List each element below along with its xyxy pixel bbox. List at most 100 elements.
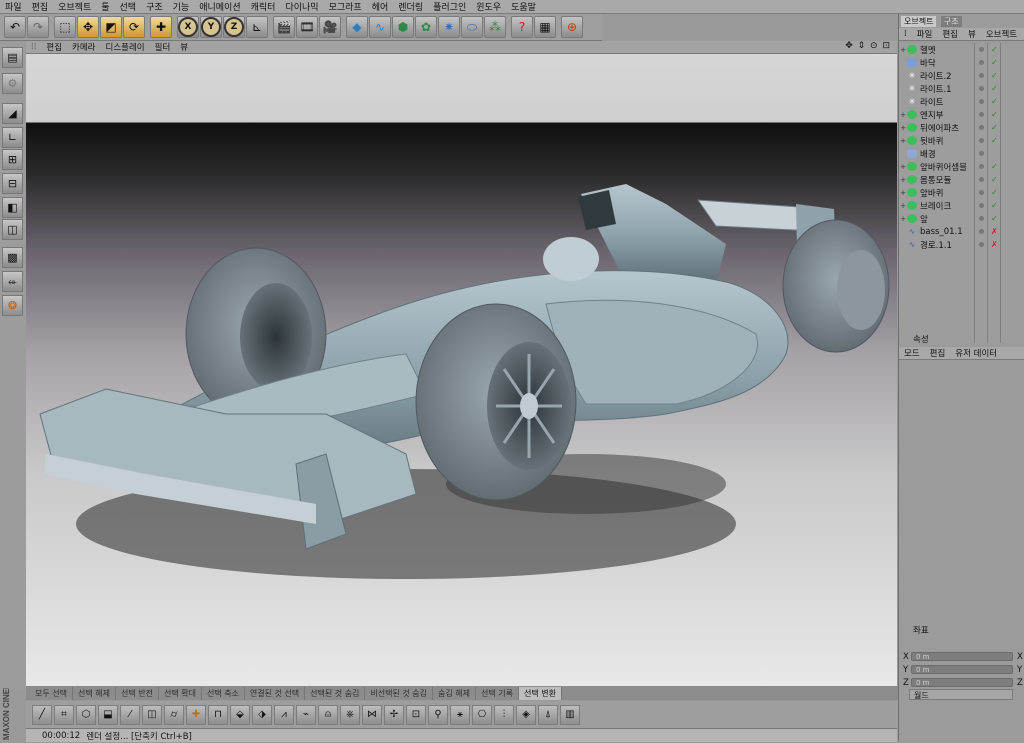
magnet-icon[interactable]: ⊓ — [208, 704, 228, 725]
polygon-mode-button[interactable]: ◧ — [2, 197, 23, 218]
menu-item[interactable]: 캐릭터 — [246, 0, 281, 13]
selection-tab[interactable]: 선택 축소 — [202, 686, 245, 700]
object-row[interactable]: + 브레이크 ✓ — [899, 199, 1024, 212]
object-row[interactable]: + 앞바퀴어셈블 ✓ — [899, 160, 1024, 173]
visibility-dot-icon[interactable] — [979, 112, 984, 117]
matrix-extrude-icon[interactable]: ⊡ — [406, 704, 426, 725]
visibility-dot-icon[interactable] — [979, 138, 984, 143]
tab-objects[interactable]: 오브젝트 — [901, 16, 937, 27]
object-name[interactable]: 엔지부 — [920, 109, 982, 121]
selection-tab[interactable]: 연결된 것 선택 — [245, 686, 306, 700]
attributes-menu-item[interactable]: 편집 — [925, 347, 951, 359]
attributes-menu-item[interactable]: 유저 데이터 — [950, 347, 1002, 359]
live-select-button[interactable]: ✚ — [150, 16, 172, 38]
extrude-inner-icon[interactable]: ✢ — [384, 704, 404, 725]
object-tag-icon[interactable]: ✓ — [991, 58, 999, 67]
expand-toggle[interactable]: + — [899, 111, 907, 119]
object-row[interactable]: ∿ bass_01.1 ✗ — [899, 225, 1024, 238]
visibility-dot-icon[interactable] — [979, 47, 984, 52]
object-tag-icon[interactable]: ✓ — [991, 214, 999, 223]
snap-button[interactable]: ❂ — [2, 295, 23, 316]
menu-item[interactable]: 윈도우 — [471, 0, 506, 13]
normal-rotate-icon[interactable]: ⫶ — [494, 704, 514, 725]
visibility-dot-icon[interactable] — [979, 216, 984, 221]
expand-toggle[interactable]: + — [899, 215, 907, 223]
viewport-menu-item[interactable]: 필터 — [150, 41, 176, 53]
menu-item[interactable]: 툴 — [96, 0, 114, 13]
model-mode-button[interactable]: ◢ — [2, 103, 23, 124]
smooth-shift-icon[interactable]: ⚲ — [428, 704, 448, 725]
object-row[interactable]: + 뒷바퀴 ✓ — [899, 134, 1024, 147]
object-name[interactable]: 헬멧 — [920, 44, 982, 56]
object-tag-icon[interactable]: ✓ — [991, 136, 999, 145]
move-tool-button[interactable]: ✥ — [77, 16, 99, 38]
bridge-tool-icon[interactable]: ⌗ — [54, 704, 74, 725]
create-point-icon[interactable]: ⁄ — [120, 704, 140, 725]
coordinate-mode-dropdown[interactable]: 월드 — [909, 689, 1013, 700]
normal-scale-icon[interactable]: ⎔ — [472, 704, 492, 725]
object-name[interactable]: 뒷바퀴 — [920, 135, 982, 147]
visibility-dot-icon[interactable] — [979, 190, 984, 195]
object-row[interactable]: + 앞바퀴 ✓ — [899, 186, 1024, 199]
object-tag-icon[interactable]: ✓ — [991, 45, 999, 54]
object-name[interactable]: 배경 — [920, 148, 982, 160]
object-row[interactable]: ∿ 경로.1.1 ✗ — [899, 238, 1024, 251]
subdivide-icon[interactable]: ▥ — [560, 704, 580, 725]
mirror-icon[interactable]: ⬙ — [230, 704, 250, 725]
object-tag-icon[interactable]: ✓ — [991, 97, 999, 106]
visibility-dot-icon[interactable] — [979, 125, 984, 130]
expand-toggle[interactable]: + — [899, 189, 907, 197]
expand-toggle[interactable]: + — [899, 46, 907, 54]
object-row[interactable]: 바닥 ✓ — [899, 56, 1024, 69]
align-normals-icon[interactable]: ◈ — [516, 704, 536, 725]
object-row[interactable]: 배경 — [899, 147, 1024, 160]
menu-item[interactable]: 애니메이션 — [194, 0, 245, 13]
selection-tab[interactable]: 선택 해제 — [73, 686, 116, 700]
coordinate-field[interactable]: 0 m — [911, 665, 1013, 674]
selection-tab[interactable]: 선택된 것 숨김 — [305, 686, 366, 700]
visibility-dot-icon[interactable] — [979, 86, 984, 91]
object-menu-item[interactable]: 편집 — [937, 28, 963, 40]
object-row[interactable]: ✳ 라이트.1 ✓ — [899, 82, 1024, 95]
object-tag-icon[interactable]: ✓ — [991, 162, 999, 171]
tab-structure[interactable]: 구조 — [941, 16, 962, 27]
stitch-icon[interactable]: ⌁ — [296, 704, 316, 725]
x-axis-button[interactable]: X — [177, 16, 199, 38]
expand-toggle[interactable]: + — [899, 176, 907, 184]
attributes-menu-item[interactable]: 모드 — [899, 347, 925, 359]
make-editable-button[interactable]: ⚙ — [2, 73, 23, 94]
deformer-button[interactable]: ✷ — [438, 16, 460, 38]
object-tag-icon[interactable]: ✓ — [991, 188, 999, 197]
set-point-value-icon[interactable]: ⬗ — [252, 704, 272, 725]
redo-button[interactable]: ↷ — [27, 16, 49, 38]
nurbs-button[interactable]: ⬢ — [392, 16, 414, 38]
object-name[interactable]: 바닥 — [920, 57, 982, 69]
extrude-icon[interactable]: ⋈ — [362, 704, 382, 725]
object-name[interactable]: 라이트.2 — [920, 70, 982, 82]
object-row[interactable]: + 엔지부 ✓ — [899, 108, 1024, 121]
viewport-navigation-icons[interactable]: ✥ ⇕ ⊙ ⊡ — [845, 41, 891, 51]
scale-tool-button[interactable]: ◩ — [100, 16, 122, 38]
selection-tab[interactable]: 선택 기록 — [476, 686, 519, 700]
object-tag-icon[interactable]: ✓ — [991, 123, 999, 132]
texture-mode-button[interactable]: ◫ — [2, 219, 23, 240]
menu-item[interactable]: 오브젝트 — [53, 0, 96, 13]
web-button[interactable]: ⊕ — [561, 16, 583, 38]
object-name[interactable]: 앞바퀴 — [920, 187, 982, 199]
spline-button[interactable]: ∿ — [369, 16, 391, 38]
render-settings-button[interactable]: 🎥 — [319, 16, 341, 38]
menu-item[interactable]: 모그라프 — [324, 0, 367, 13]
selection-tab[interactable]: 선택 변환 — [519, 686, 562, 700]
selection-tab[interactable]: 선택 확대 — [159, 686, 202, 700]
array-button[interactable]: ✿ — [415, 16, 437, 38]
visibility-dot-icon[interactable] — [979, 99, 984, 104]
menu-item[interactable]: 구조 — [141, 0, 168, 13]
3d-viewport[interactable] — [26, 54, 897, 686]
z-axis-button[interactable]: Z — [223, 16, 245, 38]
layout-button[interactable]: ▤ — [2, 47, 23, 68]
object-name[interactable]: 앞바퀴어셈블 — [920, 161, 982, 173]
menu-item[interactable]: 도움말 — [506, 0, 541, 13]
selection-tab[interactable]: 숨김 해제 — [433, 686, 477, 700]
visibility-dot-icon[interactable] — [979, 177, 984, 182]
object-axis-button[interactable]: ∟ — [2, 127, 23, 148]
